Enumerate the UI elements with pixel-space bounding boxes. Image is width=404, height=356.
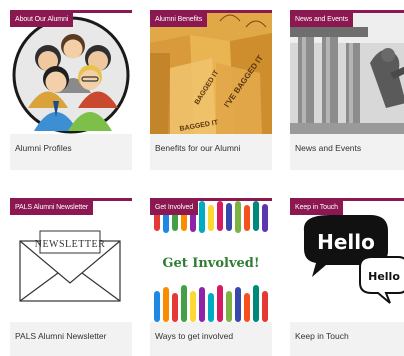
card-get-involved[interactable]: Get Involved! Get Involved Ways to get i… xyxy=(150,198,272,356)
card-keep-in-touch[interactable]: Hello Hello Keep in Touch Keep in Touch xyxy=(290,198,404,356)
card-title[interactable]: PALS Alumni Newsletter xyxy=(15,331,107,341)
card-title[interactable]: Ways to get involved xyxy=(155,331,233,341)
banner-text: Get Involved! xyxy=(162,256,259,271)
card-tag: PALS Alumni Newsletter xyxy=(10,201,94,215)
card-tag: News and Events xyxy=(290,13,353,27)
card-alumni-benefits[interactable]: I'VE BAGGED IT BAGGED IT BAGGED IT Alumn… xyxy=(150,10,272,170)
card-title[interactable]: Keep in Touch xyxy=(295,331,349,341)
alumni-people-illustration xyxy=(10,13,132,134)
card-title[interactable]: Alumni Profiles xyxy=(15,143,72,153)
card-tag: About Our Alumni xyxy=(10,13,74,27)
card-news-events[interactable]: News and Events News and Events xyxy=(290,10,404,170)
hello-speech-bubbles: Hello Hello xyxy=(290,201,404,322)
shopping-bags-photo: I'VE BAGGED IT BAGGED IT BAGGED IT xyxy=(150,13,272,134)
card-tag: Get Involved xyxy=(150,201,199,215)
card-tag: Keep in Touch xyxy=(290,201,343,215)
envelope-newsletter-drawing: NEWSLETTER xyxy=(10,201,132,322)
card-title[interactable]: Benefits for our Alumni xyxy=(155,143,241,153)
bubble-text-large: Hello xyxy=(317,230,375,254)
card-newsletter[interactable]: NEWSLETTER PALS Alumni Newsletter PALS A… xyxy=(10,198,132,356)
card-title[interactable]: News and Events xyxy=(295,143,361,153)
statue-columns-photo xyxy=(290,13,404,134)
raised-hands-illustration: Get Involved! xyxy=(150,201,272,322)
envelope-text: NEWSLETTER xyxy=(35,239,106,250)
bubble-text-small: Hello xyxy=(368,270,400,283)
card-alumni-profiles[interactable]: About Our Alumni Alumni Profiles xyxy=(10,10,132,170)
card-tag: Alumni Benefits xyxy=(150,13,208,27)
